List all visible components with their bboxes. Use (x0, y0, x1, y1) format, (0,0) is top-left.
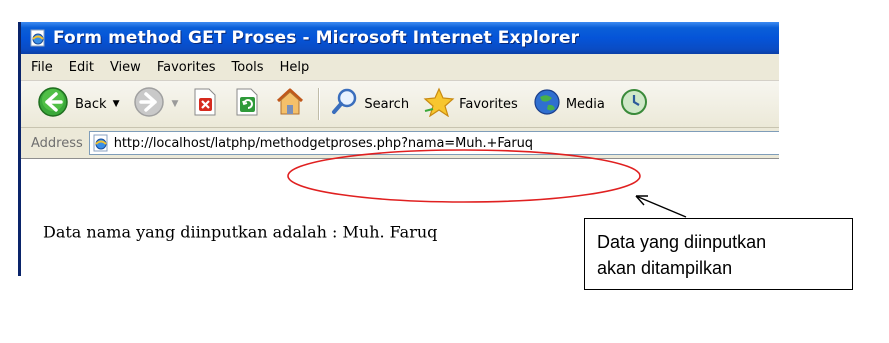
callout-box: Data yang diinputkan akan ditampilkan (584, 218, 853, 290)
annotation-overlay (287, 149, 687, 218)
screenshot-stage: Form method GET Proses - Microsoft Inter… (0, 0, 889, 343)
pointer-arrow-icon (635, 195, 687, 218)
highlight-ellipse (287, 149, 641, 203)
callout-line-2: akan ditampilkan (597, 258, 733, 278)
callout-line-1: Data yang diinputkan (597, 232, 767, 252)
